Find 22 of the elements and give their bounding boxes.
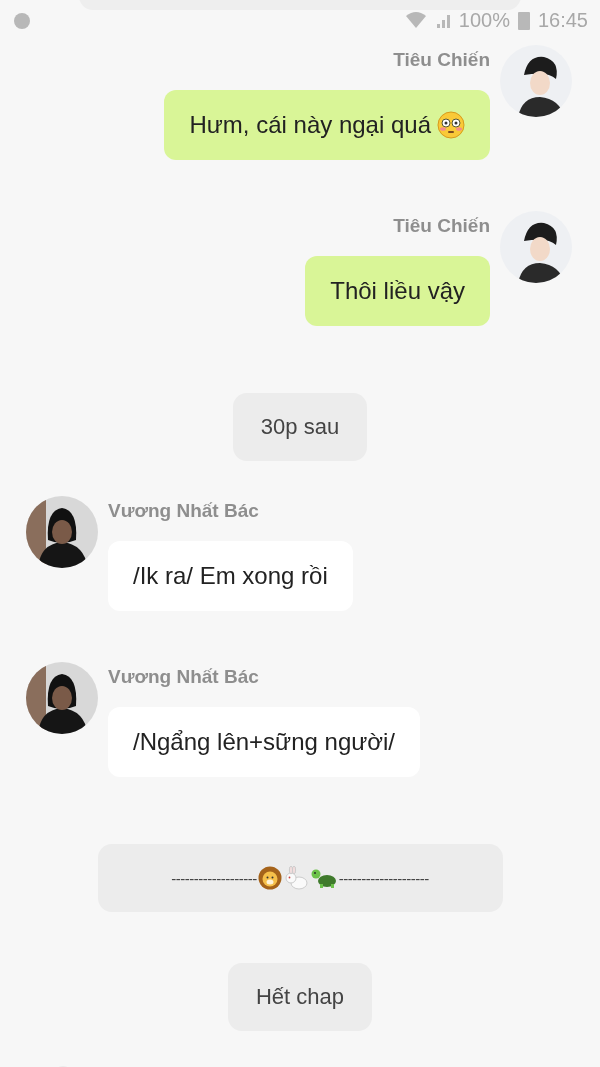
sender-name: Tiêu Chiến [393, 215, 490, 238]
sender-name: Tiêu Chiến [393, 49, 490, 72]
notice-bubble: 30p sau [232, 393, 368, 461]
battery-icon [517, 10, 530, 30]
turtle-icon [309, 867, 338, 889]
battery-percentage: 100% [458, 8, 510, 32]
message-text: /Ngẩng lên+sững người/ [133, 728, 396, 756]
rabbit-icon [282, 866, 309, 890]
dashed-line: ------------------- [171, 869, 257, 887]
sender-name: Vương Nhất Bác [108, 500, 259, 523]
message-text: Thôi liều vậy [330, 277, 465, 305]
app-notification-icon [12, 10, 32, 30]
dashed-line: -------------------- [338, 869, 429, 887]
notice-bubble: Hết chap [227, 963, 373, 1031]
message-text: /Ik ra/ Em xong rồi [133, 562, 328, 590]
wifi-icon [404, 11, 427, 29]
message-text: Hưm, cái này ngại quá [189, 111, 431, 139]
signal-icon [434, 12, 451, 28]
lion-icon [257, 866, 282, 890]
sender-name: Vương Nhất Bác [108, 666, 259, 689]
flushed-face-icon [437, 111, 465, 139]
clock-time: 16:45 [537, 8, 588, 32]
